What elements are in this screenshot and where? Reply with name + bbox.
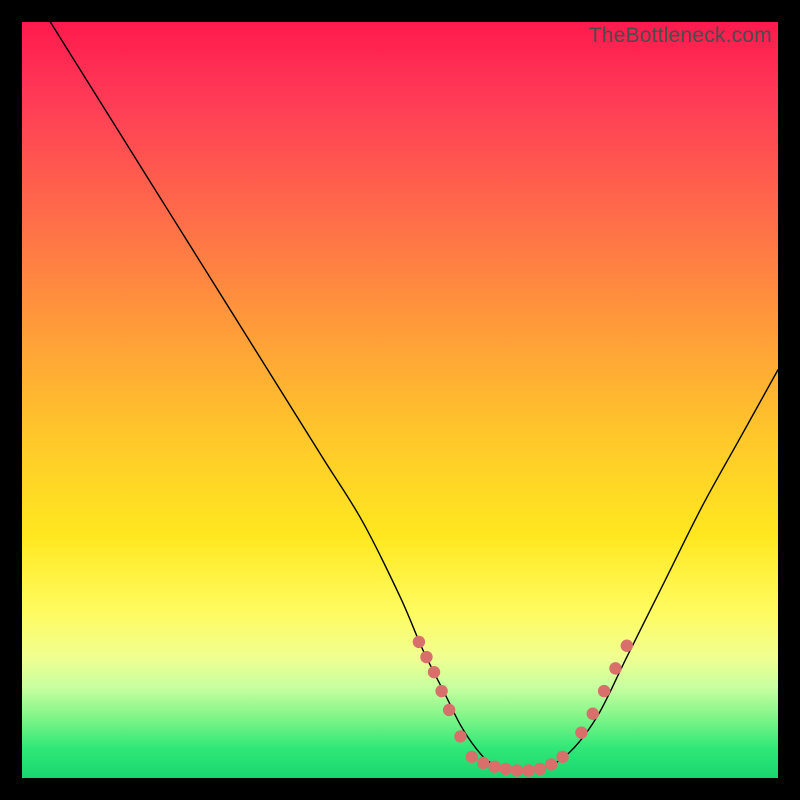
marker-bottom-cluster	[477, 757, 489, 769]
chart-frame: TheBottleneck.com	[0, 0, 800, 800]
marker-group	[413, 636, 633, 777]
marker-bottom-cluster	[488, 760, 500, 772]
marker-right-cluster	[598, 685, 610, 697]
marker-right-cluster	[621, 640, 633, 652]
marker-right-cluster	[575, 726, 587, 738]
marker-bottom-cluster	[545, 758, 557, 770]
watermark-text: TheBottleneck.com	[589, 24, 772, 48]
plot-outer: TheBottleneck.com	[22, 22, 778, 778]
marker-bottom-cluster	[556, 751, 568, 763]
marker-left-cluster	[413, 636, 425, 648]
marker-bottom-cluster	[522, 764, 534, 776]
curve-group	[22, 22, 778, 772]
marker-right-cluster	[587, 708, 599, 720]
marker-left-cluster	[428, 666, 440, 678]
chart-svg	[22, 22, 778, 778]
marker-left-cluster	[443, 704, 455, 716]
marker-left-cluster	[435, 685, 447, 697]
marker-bottom-cluster	[511, 764, 523, 776]
marker-right-cluster	[609, 662, 621, 674]
marker-bottom-cluster	[534, 763, 546, 775]
marker-left-cluster	[454, 730, 466, 742]
series-bottleneck-curve	[22, 22, 778, 772]
marker-bottom-cluster	[500, 763, 512, 775]
marker-bottom-cluster	[466, 751, 478, 763]
marker-left-cluster	[420, 651, 432, 663]
